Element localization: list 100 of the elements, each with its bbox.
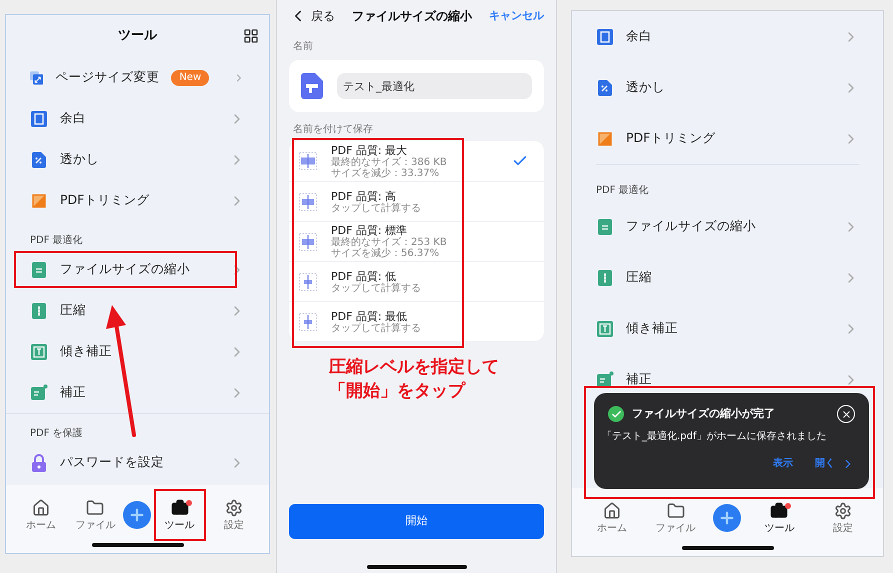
quality-option[interactable]: PDF 品質: 標準 最終的なサイズ：253 KB サイズを減少：56.37% bbox=[289, 221, 544, 261]
tool-label: ファイルサイズの縮小 bbox=[626, 217, 756, 236]
percent-document-icon bbox=[30, 150, 48, 168]
document-edit-icon bbox=[596, 370, 614, 388]
nav-tab[interactable]: ツール bbox=[753, 492, 806, 544]
tool-label: ファイルサイズの縮小 bbox=[60, 260, 190, 278]
home-icon bbox=[602, 502, 621, 520]
tool-label: 透かし bbox=[60, 150, 99, 168]
tool-list-item[interactable]: 補正 bbox=[572, 354, 883, 405]
briefcase-icon bbox=[770, 502, 788, 520]
plus-icon bbox=[718, 509, 736, 527]
filename-field[interactable]: テスト_最適化 bbox=[337, 73, 532, 99]
briefcase-icon bbox=[170, 499, 189, 517]
add-button[interactable] bbox=[713, 504, 742, 532]
tool-list-item[interactable]: 傾き補正 bbox=[572, 303, 883, 354]
resize-arrows-icon bbox=[30, 68, 44, 86]
tool-list-item[interactable]: 補正 bbox=[6, 372, 269, 413]
field-label: 名前 bbox=[292, 40, 314, 54]
instruction-text: 「開始」をタップ bbox=[329, 380, 465, 403]
nav-tab[interactable]: ファイル bbox=[69, 489, 122, 541]
section-heading: PDF を保護 bbox=[30, 426, 83, 441]
quality-option[interactable]: PDF 品質: 高 タップして計算する bbox=[289, 181, 544, 221]
quality-icon bbox=[299, 312, 317, 330]
settings-icon bbox=[834, 502, 852, 520]
nav-tab[interactable]: ホーム bbox=[15, 489, 68, 541]
text-frame-icon bbox=[30, 342, 48, 360]
tool-list-item[interactable]: ファイルサイズの縮小 bbox=[6, 249, 269, 290]
tool-list-item[interactable]: 余白 bbox=[6, 98, 269, 139]
tool-list-item[interactable]: ファイルサイズの縮小 bbox=[572, 201, 883, 252]
tool-list-item[interactable]: 傾き補正 bbox=[6, 331, 269, 372]
quality-icon bbox=[299, 272, 317, 290]
back-button[interactable]: 戻る bbox=[289, 7, 335, 25]
tool-list-item[interactable]: 余白 bbox=[572, 11, 883, 62]
tool-label: PDFトリミング bbox=[60, 191, 150, 210]
tool-label: PDFトリミング bbox=[626, 129, 716, 148]
tool-label: 圧縮 bbox=[60, 301, 86, 320]
zipper-icon bbox=[596, 268, 614, 286]
quality-option[interactable]: PDF 品質: 最低 タップして計算する bbox=[289, 301, 544, 341]
option-detail: タップして計算する bbox=[331, 282, 421, 294]
settings-icon bbox=[224, 499, 243, 517]
toast-action[interactable]: 開く bbox=[815, 456, 835, 471]
tool-list-item[interactable]: 透かし bbox=[572, 62, 883, 113]
add-button[interactable] bbox=[123, 501, 152, 529]
option-detail: 最終的なサイズ：253 KB bbox=[331, 237, 447, 248]
document-icon bbox=[30, 260, 48, 278]
start-button[interactable]: 開始 bbox=[289, 504, 544, 539]
screen-title: ツール bbox=[118, 27, 157, 46]
crop-icon bbox=[30, 192, 48, 210]
tool-label: 傾き補正 bbox=[626, 319, 678, 338]
instruction-text: 圧縮レベルを指定して bbox=[329, 356, 499, 379]
quality-option[interactable]: PDF 品質: 低 タップして計算する bbox=[289, 261, 544, 301]
quality-option[interactable]: PDF 品質: 最大 最終的なサイズ：386 KB サイズを減少：33.37% bbox=[289, 141, 544, 181]
close-icon bbox=[840, 408, 852, 420]
section-heading: PDF 最適化 bbox=[596, 184, 649, 198]
toast-action[interactable]: 表示 bbox=[773, 456, 793, 471]
tool-list-item[interactable]: 圧縮 bbox=[572, 252, 883, 303]
grid-view-icon[interactable] bbox=[243, 28, 259, 44]
close-button[interactable] bbox=[837, 405, 855, 423]
home-icon bbox=[32, 499, 50, 517]
lock-icon bbox=[30, 454, 48, 472]
cancel-button[interactable]: キャンセル bbox=[489, 8, 544, 24]
tool-list-item[interactable]: 圧縮 bbox=[6, 290, 269, 331]
option-detail: タップして計算する bbox=[331, 322, 421, 334]
nav-tab[interactable]: ツール bbox=[154, 489, 206, 541]
option-title: PDF 品質: 最大 bbox=[331, 144, 408, 156]
option-detail: 最終的なサイズ：386 KB bbox=[331, 156, 447, 168]
section-heading: PDF 最適化 bbox=[30, 234, 83, 248]
option-title: PDF 品質: 最低 bbox=[331, 310, 408, 322]
tool-label: 傾き補正 bbox=[60, 342, 112, 360]
option-detail: サイズを減少：56.37% bbox=[331, 248, 440, 259]
zipper-icon bbox=[30, 302, 48, 320]
section-label: 名前を付けて保存 bbox=[292, 123, 374, 137]
quality-icon bbox=[299, 192, 317, 210]
option-title: PDF 品質: 低 bbox=[331, 270, 398, 282]
tool-list-item[interactable]: PDFトリミング bbox=[572, 113, 883, 164]
nav-tab[interactable]: ホーム bbox=[586, 492, 638, 544]
toast-message: 「テスト_最適化.pdf」がホームに保存されました bbox=[602, 430, 828, 444]
option-detail: タップして計算する bbox=[331, 202, 421, 214]
tool-label: 圧縮 bbox=[626, 268, 652, 286]
tool-label: 補正 bbox=[626, 370, 652, 388]
crop-icon bbox=[596, 130, 614, 148]
nav-tab[interactable]: ファイル bbox=[650, 492, 702, 544]
folder-icon bbox=[666, 502, 685, 520]
tool-list-item[interactable]: PDFトリミング bbox=[6, 180, 269, 221]
tool-label: 補正 bbox=[60, 383, 86, 402]
tool-label: 余白 bbox=[60, 109, 86, 128]
tool-list-item[interactable]: 透かし bbox=[6, 139, 269, 180]
percent-document-icon bbox=[596, 78, 614, 96]
plus-icon bbox=[128, 506, 146, 524]
tool-list-item[interactable]: ページサイズ変更 New bbox=[6, 57, 269, 98]
option-detail: サイズを減少：33.37% bbox=[331, 168, 440, 178]
tool-list-item[interactable]: パスワードを設定 bbox=[6, 442, 269, 483]
tool-label: 透かし bbox=[626, 78, 665, 96]
tool-label: 余白 bbox=[626, 27, 652, 46]
quality-icon bbox=[299, 232, 317, 250]
nav-tab[interactable]: 設定 bbox=[817, 492, 870, 544]
nav-tab[interactable]: 設定 bbox=[208, 489, 260, 541]
page-margin-icon bbox=[30, 110, 48, 128]
folder-icon bbox=[86, 499, 104, 517]
quality-icon bbox=[299, 152, 317, 170]
